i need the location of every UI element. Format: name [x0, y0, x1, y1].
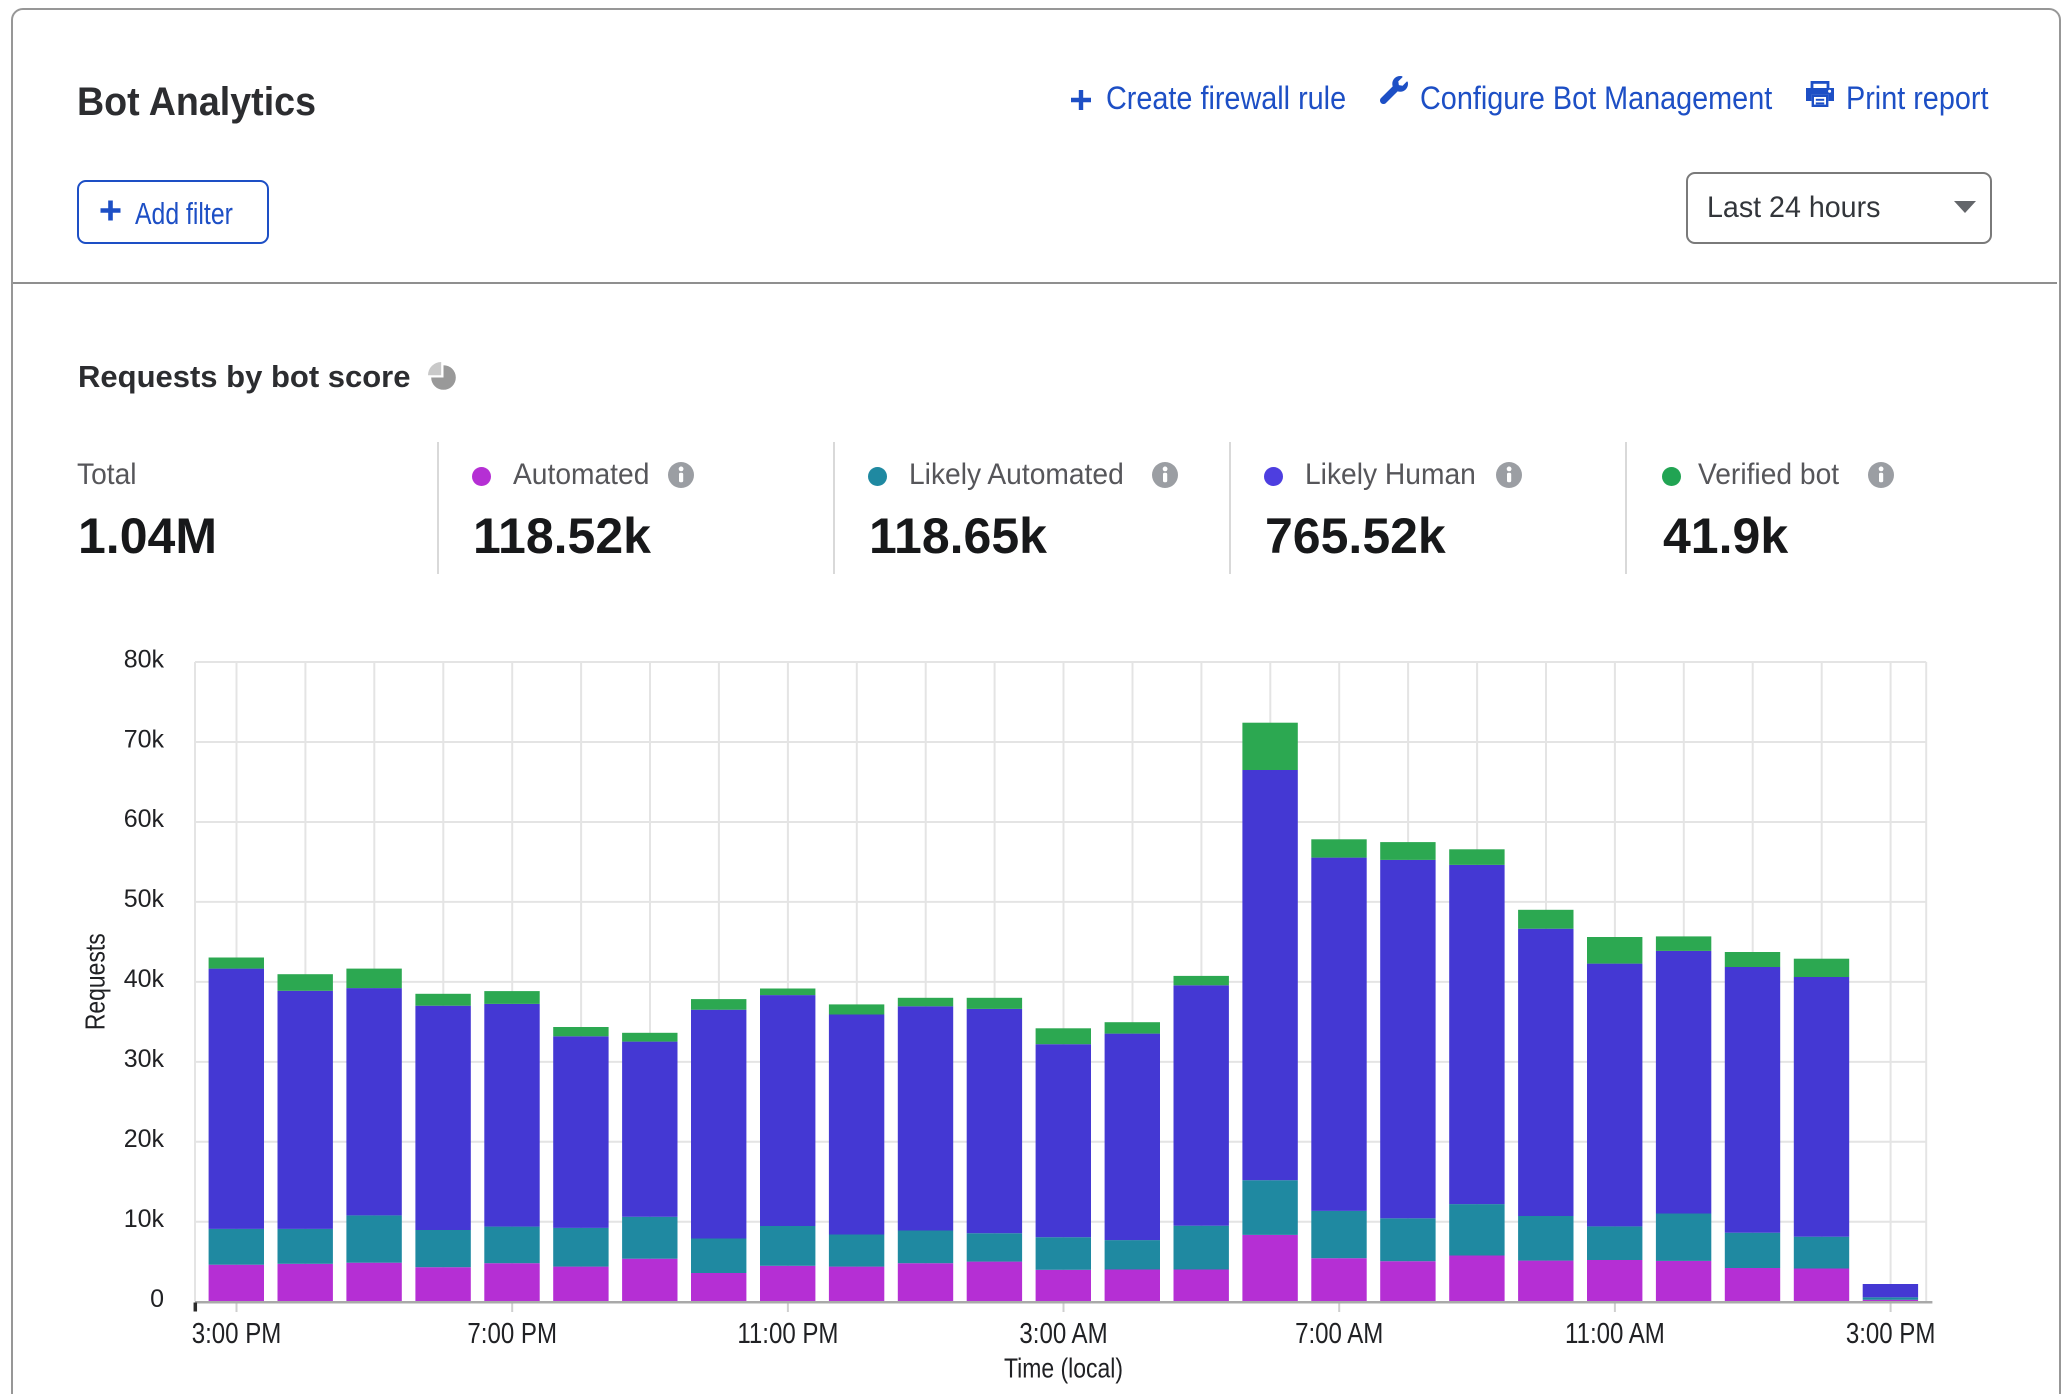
svg-text:50k: 50k: [124, 885, 165, 913]
svg-text:10k: 10k: [124, 1205, 165, 1233]
svg-text:11:00 PM: 11:00 PM: [737, 1317, 838, 1350]
svg-text:3:00 PM: 3:00 PM: [192, 1317, 282, 1350]
svg-text:11:00 AM: 11:00 AM: [1565, 1317, 1665, 1350]
svg-text:7:00 AM: 7:00 AM: [1295, 1317, 1383, 1350]
svg-text:3:00 PM: 3:00 PM: [1846, 1317, 1936, 1350]
svg-text:3:00 AM: 3:00 AM: [1019, 1317, 1107, 1350]
svg-text:70k: 70k: [124, 725, 165, 753]
svg-text:0: 0: [150, 1285, 164, 1313]
svg-text:7:00 PM: 7:00 PM: [467, 1317, 557, 1350]
svg-text:60k: 60k: [124, 805, 165, 833]
svg-text:Requests: Requests: [80, 933, 111, 1030]
svg-text:40k: 40k: [124, 965, 165, 993]
svg-text:80k: 80k: [124, 645, 165, 673]
svg-text:Time (local): Time (local): [1004, 1353, 1123, 1384]
svg-text:20k: 20k: [124, 1125, 165, 1153]
svg-text:30k: 30k: [124, 1045, 165, 1073]
